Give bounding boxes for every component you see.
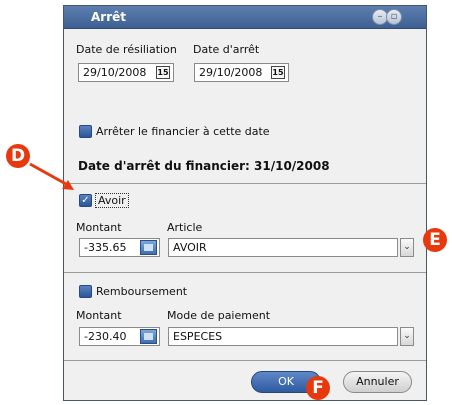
date-arret-label: Date d'arrêt	[193, 43, 260, 56]
mode-paiement-select[interactable]: ESPECES	[168, 327, 398, 346]
stop-financier-label: Arrêter le financier à cette date	[96, 125, 270, 138]
remboursement-label: Remboursement	[96, 285, 188, 298]
avoir-article-select[interactable]: AVOIR	[168, 238, 398, 257]
divider	[64, 183, 426, 184]
date-arret-value: 29/10/2008	[199, 66, 263, 79]
date-arret-field[interactable]: 29/10/2008 15	[194, 63, 289, 82]
chevron-down-icon[interactable]: ⌄	[400, 327, 414, 346]
window-controls: – ▫	[372, 9, 408, 25]
remboursement-montant-value: -230.40	[84, 330, 127, 343]
annotation-e: E	[423, 228, 447, 252]
remboursement-montant-label: Montant	[76, 309, 122, 322]
mode-paiement-label: Mode de paiement	[167, 309, 271, 322]
date-resiliation-field[interactable]: 29/10/2008 15	[78, 63, 174, 82]
avoir-montant-label: Montant	[76, 221, 122, 234]
avoir-checkbox[interactable]: ✓	[79, 194, 92, 207]
divider	[64, 272, 426, 273]
chevron-down-icon[interactable]: ⌄	[400, 238, 414, 257]
divider	[64, 360, 426, 361]
avoir-article-value: AVOIR	[173, 241, 207, 254]
remboursement-montant-field[interactable]: -230.40	[79, 327, 160, 346]
avoir-article-label: Article	[167, 221, 203, 234]
date-resiliation-label: Date de résiliation	[76, 43, 177, 56]
avoir-montant-field[interactable]: -335.65	[79, 238, 160, 257]
remboursement-checkbox[interactable]	[79, 285, 92, 298]
calculator-icon[interactable]	[140, 240, 157, 255]
annotation-f: F	[306, 376, 330, 400]
date-resiliation-value: 29/10/2008	[83, 66, 147, 79]
stop-financier-checkbox[interactable]	[79, 125, 92, 138]
calculator-icon[interactable]	[140, 329, 157, 344]
window-title: Arrêt	[91, 10, 126, 24]
avoir-label: Avoir	[95, 193, 129, 208]
mode-paiement-value: ESPECES	[173, 330, 223, 343]
calendar-icon[interactable]: 15	[271, 66, 285, 79]
cancel-button[interactable]: Annuler	[343, 371, 412, 393]
arret-dialog: Arrêt – ▫ Date de résiliation 29/10/2008…	[63, 5, 427, 401]
annotation-d: D	[6, 144, 30, 168]
maximize-icon[interactable]: ▫	[386, 9, 402, 25]
financier-date-text: Date d'arrêt du financier: 31/10/2008	[78, 159, 330, 173]
calendar-icon[interactable]: 15	[156, 66, 170, 79]
title-bar[interactable]: Arrêt – ▫	[64, 6, 426, 29]
avoir-montant-value: -335.65	[84, 241, 127, 254]
